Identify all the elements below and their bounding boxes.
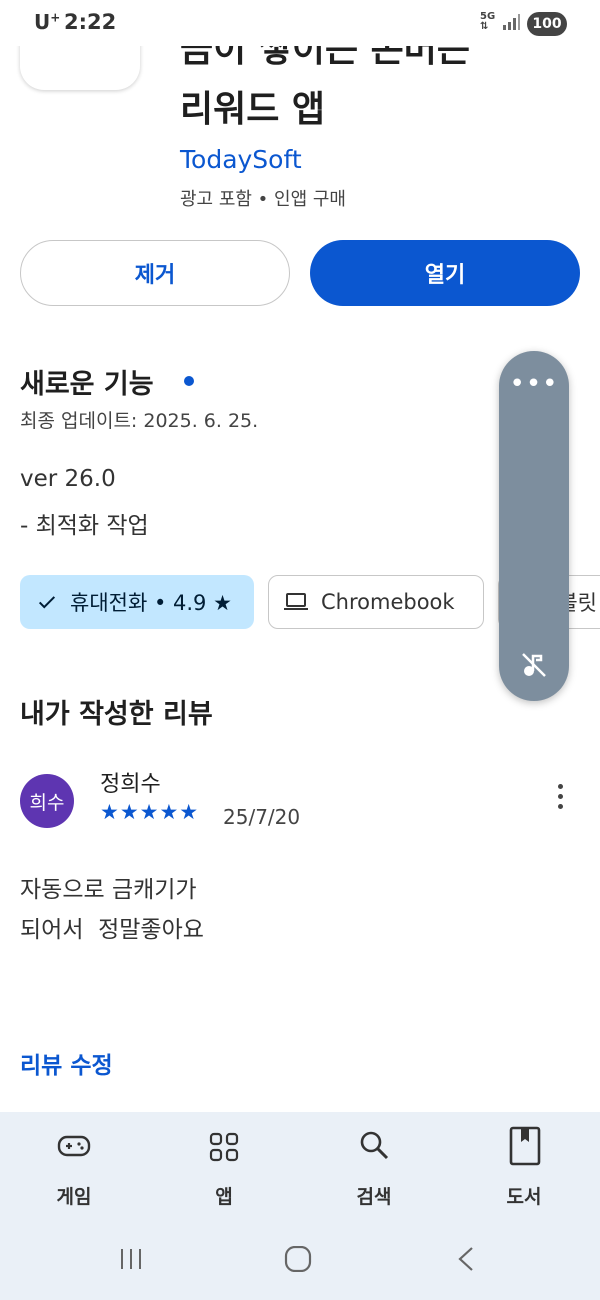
whats-new-title[interactable]: 새로운 기능 <box>20 362 154 401</box>
back-icon[interactable] <box>456 1246 476 1272</box>
chip-phone-label: 휴대전화 • 4.9 ★ <box>70 591 232 615</box>
nav-apps-label: 앱 <box>215 1186 233 1208</box>
carrier-label: U+ <box>34 10 60 34</box>
more-icon[interactable]: ••• <box>499 371 569 397</box>
remove-button[interactable]: 제거 <box>20 240 290 306</box>
search-icon <box>360 1131 389 1160</box>
nav-search[interactable]: 검색 <box>324 1126 424 1216</box>
review-text-line2: 되어서 정말좋아요 <box>20 917 204 943</box>
status-bar: U+ 2:22 5G ⇅ 100 <box>0 0 600 46</box>
nav-apps[interactable]: 앱 <box>174 1126 274 1216</box>
chip-chromebook-label: Chromebook <box>321 590 455 614</box>
bottom-nav: 게임 앱 검색 도서 <box>0 1112 600 1300</box>
network-type: 5G <box>480 11 496 22</box>
floating-side-panel[interactable]: ••• <box>499 351 569 701</box>
developer-link[interactable]: TodaySoft <box>180 145 302 174</box>
gamepad-icon <box>57 1135 91 1157</box>
recent-apps-icon[interactable] <box>118 1246 144 1272</box>
my-review-heading: 내가 작성한 리뷰 <box>20 699 213 730</box>
signal-icon <box>503 14 520 30</box>
book-icon <box>509 1126 541 1166</box>
music-off-icon[interactable] <box>520 651 548 679</box>
edit-review-link[interactable]: 리뷰 수정 <box>20 1046 113 1080</box>
release-notes-detail: - 최적화 작업 <box>20 513 149 539</box>
carrier-name: U <box>34 10 51 34</box>
app-title-line2: 리워드 앱 <box>180 89 326 130</box>
chip-phone[interactable]: 휴대전화 • 4.9 ★ <box>20 575 254 629</box>
nav-books-label: 도서 <box>506 1186 542 1208</box>
nav-games-label: 게임 <box>56 1186 92 1208</box>
new-indicator-dot <box>184 376 194 386</box>
last-updated: 최종 업데이트: 2025. 6. 25. <box>20 410 259 432</box>
nav-books[interactable]: 도서 <box>474 1126 574 1216</box>
review-text-line1: 자동으로 금캐기가 <box>20 877 197 903</box>
home-icon[interactable] <box>284 1246 312 1272</box>
reviewer-name: 정희수 <box>100 772 161 797</box>
open-button-label: 열기 <box>424 263 466 288</box>
apps-grid-icon <box>209 1132 239 1162</box>
laptop-icon <box>284 593 308 610</box>
battery-indicator: 100 <box>527 12 567 36</box>
remove-button-label: 제거 <box>134 263 176 288</box>
clock: 2:22 <box>64 10 117 34</box>
app-meta: 광고 포함 • 인앱 구매 <box>180 189 346 210</box>
more-vert-icon[interactable] <box>550 784 570 816</box>
release-notes-version: ver 26.0 <box>20 466 116 492</box>
check-icon <box>38 596 56 609</box>
avatar: 희수 <box>20 774 74 828</box>
review-date: 25/7/20 <box>223 805 301 829</box>
carrier-plus: + <box>50 10 61 25</box>
nav-search-label: 검색 <box>356 1186 392 1208</box>
open-button[interactable]: 열기 <box>310 240 580 306</box>
chip-chromebook[interactable]: Chromebook <box>268 575 484 629</box>
star-rating: ★★★★★ <box>100 800 200 824</box>
network-indicator: 5G ⇅ <box>480 11 496 32</box>
nav-games[interactable]: 게임 <box>24 1126 124 1216</box>
